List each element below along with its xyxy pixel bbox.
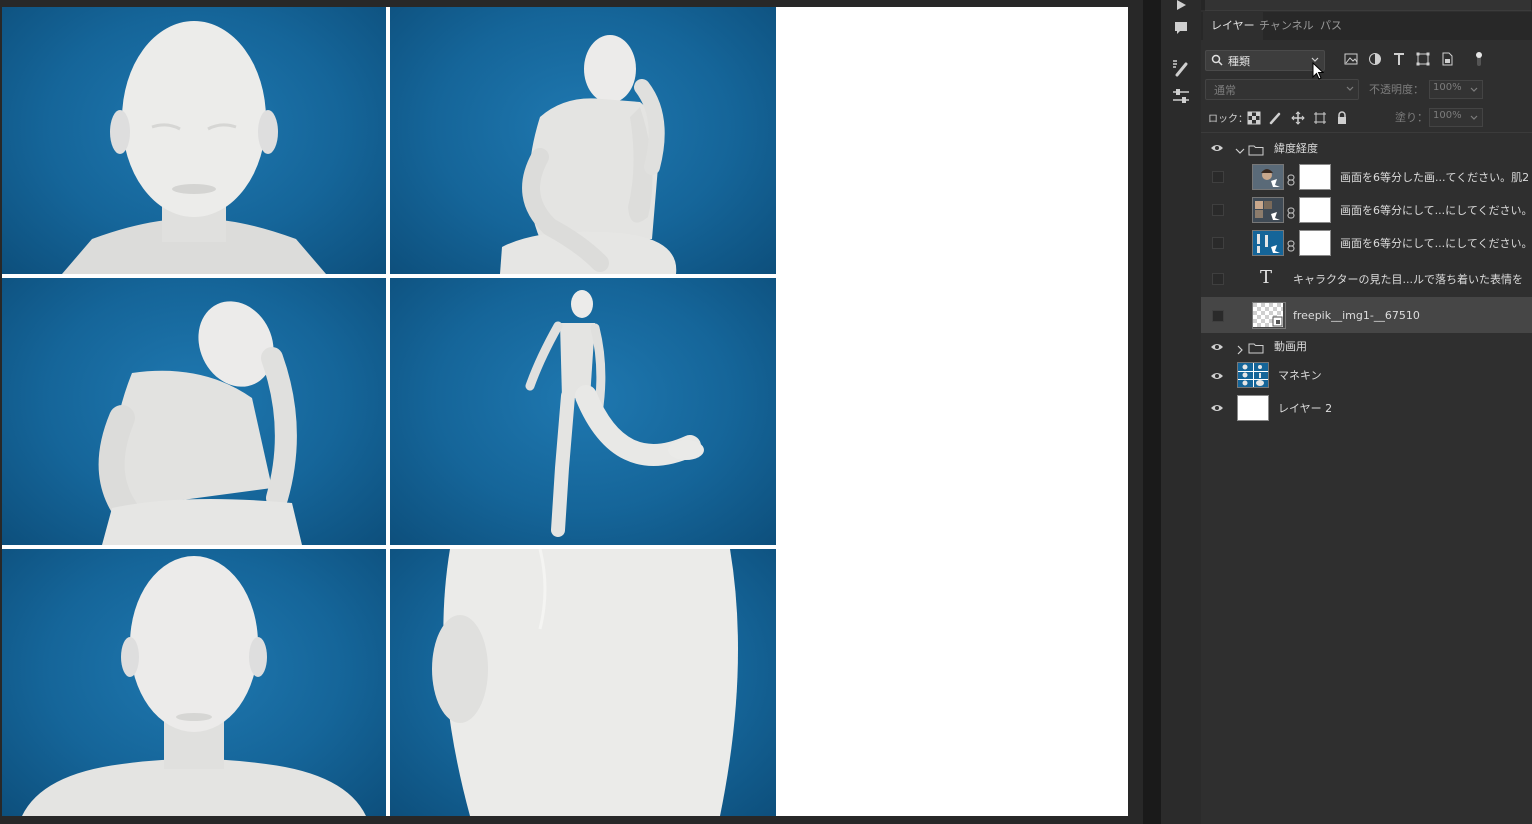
- layer-name: 画面を6等分にして...にしてください。: [1340, 204, 1532, 217]
- filter-row: 種類: [1201, 46, 1532, 74]
- link-icon[interactable]: [1287, 204, 1295, 219]
- folder-icon: [1248, 141, 1264, 156]
- lock-label: ロック：: [1208, 114, 1248, 125]
- layer-thumbnail: [1237, 362, 1269, 388]
- adjustment-filter-icon[interactable]: [1367, 51, 1383, 67]
- mannequin-photo-grid: [2, 7, 776, 816]
- fill-input[interactable]: 100%: [1429, 108, 1483, 127]
- text-layer-icon: T: [1260, 267, 1273, 288]
- lock-all-icon[interactable]: [1335, 110, 1349, 124]
- kind-filter-select[interactable]: 種類: [1205, 50, 1325, 71]
- filter-toggle-icon[interactable]: [1471, 51, 1487, 67]
- fill-value: 100%: [1433, 110, 1462, 121]
- visibility-toggle[interactable]: [1212, 171, 1224, 183]
- opacity-label: 不透明度：: [1369, 83, 1424, 96]
- layer-name: マネキン: [1278, 369, 1322, 382]
- layers-panel: レイヤー チャンネル パス 種類 通常 不透明度： 100% ロック： 塗り： …: [1201, 0, 1532, 824]
- photo-head-front: [2, 7, 386, 274]
- chevron-down-icon[interactable]: [1235, 141, 1245, 154]
- panel-tabs: レイヤー チャンネル パス: [1201, 12, 1532, 40]
- layer-name: freepik__img1-__67510: [1293, 309, 1420, 322]
- layer-name: キャラクターの見た目...ルで落ち着いた表情を: [1293, 273, 1524, 286]
- link-icon[interactable]: [1287, 171, 1295, 186]
- layer-text[interactable]: T キャラクターの見た目...ルで落ち着いた表情を: [1201, 259, 1532, 297]
- layer-thumbnail: [1252, 197, 1284, 223]
- blend-row: 通常 不透明度： 100%: [1201, 78, 1532, 100]
- shape-filter-icon[interactable]: [1415, 51, 1431, 67]
- kind-filter-label: 種類: [1228, 55, 1250, 68]
- panel-gap: [1143, 0, 1160, 824]
- chevron-down-icon: [1470, 87, 1478, 92]
- opacity-value: 100%: [1433, 82, 1462, 93]
- layer-fill-2[interactable]: レイヤー 2: [1201, 390, 1532, 423]
- layer-mask-thumbnail[interactable]: [1299, 164, 1331, 190]
- visibility-toggle[interactable]: [1212, 273, 1224, 285]
- chevron-right-icon[interactable]: [1235, 340, 1245, 355]
- photo-head-looking-down: [2, 549, 386, 816]
- folder-icon: [1248, 339, 1264, 354]
- search-icon: [1211, 54, 1223, 66]
- lock-artboard-icon[interactable]: [1313, 110, 1327, 124]
- lock-row: ロック： 塗り： 100%: [1201, 106, 1532, 128]
- layer-mask-thumbnail[interactable]: [1299, 197, 1331, 223]
- tab-paths[interactable]: パス: [1320, 12, 1342, 40]
- tab-channels[interactable]: チャンネル: [1259, 12, 1314, 40]
- layer-freepik-image[interactable]: freepik__img1-__67510: [1201, 297, 1532, 333]
- photo-head-on-hand: [2, 278, 386, 545]
- visibility-toggle[interactable]: [1212, 310, 1224, 322]
- link-icon[interactable]: [1287, 237, 1295, 252]
- panel-top-bar: [1201, 0, 1532, 11]
- panel-divider: [1201, 132, 1532, 133]
- visibility-toggle[interactable]: [1212, 237, 1224, 249]
- photo-seated-thinking: [390, 7, 776, 274]
- smart-object-filter-icon[interactable]: [1439, 51, 1455, 67]
- layer-mask-thumbnail[interactable]: [1299, 230, 1331, 256]
- canvas-area[interactable]: [0, 0, 1143, 824]
- type-filter-icon[interactable]: [1391, 51, 1407, 67]
- chevron-down-icon: [1346, 86, 1354, 91]
- eye-icon[interactable]: [1210, 339, 1224, 353]
- lock-paint-icon[interactable]: [1269, 110, 1283, 125]
- photo-kicking-pose: [390, 278, 776, 545]
- visibility-toggle[interactable]: [1212, 204, 1224, 216]
- layer-name: 緯度経度: [1274, 142, 1318, 155]
- layer-thumbnail: [1237, 395, 1269, 421]
- comment-icon[interactable]: [1171, 18, 1191, 38]
- play-icon[interactable]: [1171, 0, 1191, 20]
- layer-smart-1[interactable]: 画面を6等分した画...てください。肌2: [1201, 160, 1532, 193]
- layer-name: 動画用: [1274, 340, 1307, 353]
- lock-transparent-icon[interactable]: [1247, 110, 1261, 125]
- eye-icon[interactable]: [1210, 400, 1224, 414]
- photo-head-closeup: [390, 549, 776, 816]
- side-toolbar: [1160, 0, 1202, 824]
- lock-move-icon[interactable]: [1291, 110, 1305, 125]
- layer-thumbnail: [1252, 164, 1284, 190]
- layer-thumbnail: [1252, 302, 1286, 329]
- layer-name: 画面を6等分にして...にしてください。: [1340, 237, 1532, 250]
- eye-icon[interactable]: [1210, 368, 1224, 382]
- opacity-input[interactable]: 100%: [1429, 80, 1483, 99]
- layer-group-video[interactable]: 動画用: [1201, 333, 1532, 359]
- mouse-cursor-icon: [1312, 62, 1324, 80]
- layer-smart-2[interactable]: 画面を6等分にして...にしてください。: [1201, 193, 1532, 226]
- layer-smart-3[interactable]: 画面を6等分にして...にしてください。: [1201, 226, 1532, 259]
- image-filter-icon[interactable]: [1343, 51, 1359, 67]
- eye-icon[interactable]: [1210, 140, 1224, 154]
- layer-group-latlong[interactable]: 緯度経度: [1201, 134, 1532, 160]
- chevron-down-icon: [1470, 115, 1478, 120]
- layer-name: 画面を6等分した画...てください。肌2: [1340, 171, 1530, 184]
- layer-name: レイヤー 2: [1278, 402, 1333, 415]
- tab-layers[interactable]: レイヤー: [1203, 12, 1263, 40]
- layer-mannequin[interactable]: マネキン: [1201, 359, 1532, 390]
- document-canvas[interactable]: [2, 7, 1128, 816]
- adjustments-icon[interactable]: [1171, 86, 1191, 106]
- fill-label: 塗り：: [1395, 111, 1428, 124]
- layer-thumbnail: [1252, 230, 1284, 256]
- blend-mode-value: 通常: [1214, 84, 1236, 97]
- brush-settings-icon[interactable]: [1171, 58, 1191, 78]
- blend-mode-select[interactable]: 通常: [1205, 79, 1359, 100]
